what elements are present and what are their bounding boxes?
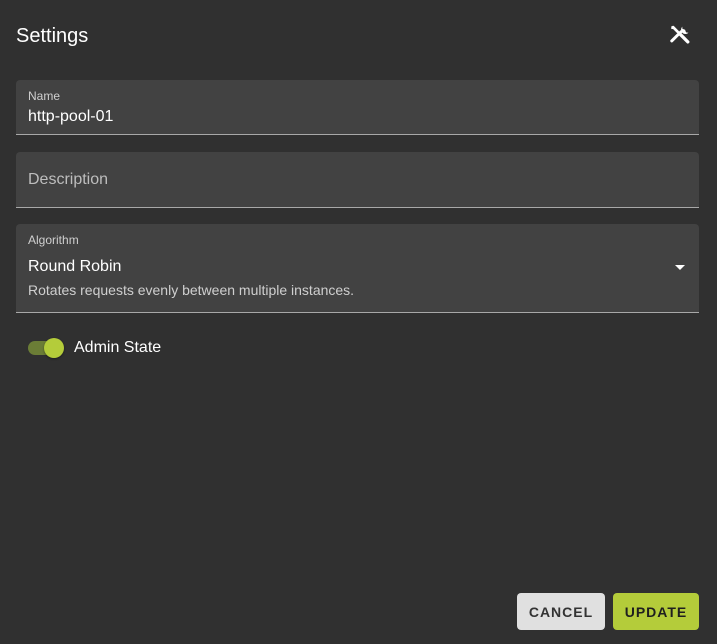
dialog-title: Settings — [16, 25, 89, 47]
admin-state-toggle[interactable]: Admin State — [28, 336, 161, 360]
algorithm-selected-value: Round Robin — [28, 258, 122, 275]
update-button[interactable]: UPDATE — [613, 593, 699, 630]
description-input[interactable]: Description — [28, 170, 108, 190]
dropdown-arrow-icon[interactable] — [675, 265, 685, 270]
admin-state-switch[interactable] — [28, 336, 64, 360]
dialog-header: Settings — [0, 0, 717, 72]
build-tools-icon — [670, 25, 690, 44]
algorithm-select[interactable]: Algorithm Round Robin Rotates requests e… — [16, 224, 699, 313]
algorithm-hint: Rotates requests evenly between multiple… — [28, 282, 355, 298]
name-input[interactable]: http-pool-01 — [28, 107, 113, 127]
cancel-button[interactable]: CANCEL — [517, 593, 605, 630]
tools-button[interactable] — [667, 22, 693, 48]
name-field[interactable]: Name http-pool-01 — [16, 80, 699, 135]
toggle-thumb[interactable] — [44, 338, 64, 358]
settings-dialog: Settings Name http-pool-01 Description A… — [0, 0, 717, 644]
name-field-label: Name — [28, 89, 61, 103]
admin-state-label: Admin State — [74, 339, 162, 356]
algorithm-label: Algorithm — [28, 233, 79, 247]
description-field[interactable]: Description — [16, 152, 699, 208]
